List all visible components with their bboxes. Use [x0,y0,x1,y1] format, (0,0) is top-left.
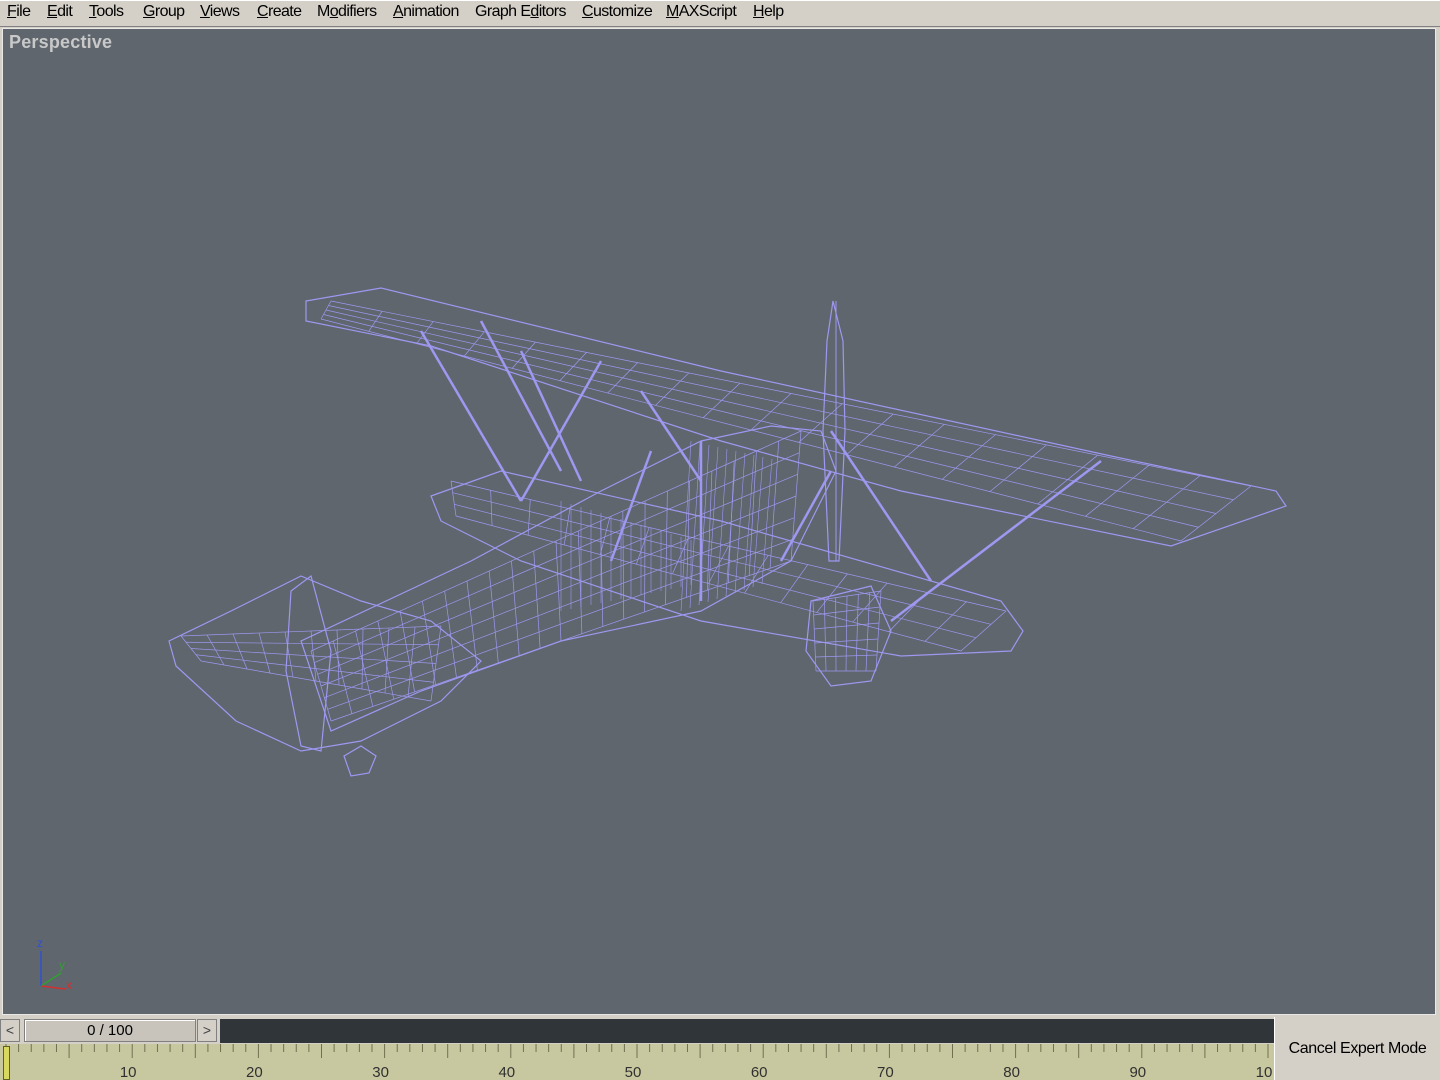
ruler-label: 30 [372,1064,389,1080]
time-slider: < 0 / 100 > [0,1017,1274,1044]
ruler-label: 90 [1129,1064,1146,1080]
current-frame-marker[interactable] [3,1046,10,1080]
menu-item-group[interactable]: Group [143,3,185,21]
axis-tripod-icon: z y x [37,936,72,992]
menu-item-file[interactable]: File [7,3,31,21]
axis-y-label: y [59,958,65,972]
menu-item-animation[interactable]: Animation [393,3,459,21]
ruler-label: 50 [625,1064,642,1080]
ruler-label: 20 [246,1064,263,1080]
chevron-left-icon[interactable]: < [0,1019,20,1042]
menu-item-graph-editors[interactable]: Graph Editors [475,3,567,21]
frame-ruler: 10 20 30 40 50 60 70 80 90 10 [5,1044,1273,1080]
perspective-viewport[interactable]: Perspective z y x [2,28,1436,1015]
axis-z-label: z [37,936,43,950]
ruler-label: 10 [120,1064,137,1080]
menu-item-modifiers[interactable]: Modifiers [317,3,377,21]
menu-item-tools[interactable]: Tools [89,3,124,21]
axis-x-line [40,985,66,990]
chevron-right-icon[interactable]: > [197,1019,217,1042]
axis-x-label: x [66,978,72,992]
menu-item-help[interactable]: Help [753,3,784,21]
time-slider-track[interactable] [220,1019,1274,1043]
ruler-label: 10 [1256,1064,1273,1080]
axis-y-line [40,972,62,987]
ruler-label: 70 [877,1064,894,1080]
time-slider-thumb[interactable]: 0 / 100 [24,1019,196,1042]
menu-item-customize[interactable]: Customize [582,3,653,21]
menu-bar: File Edit Tools Group Views Create Modifiers An… [0,0,1440,27]
menu-item-edit[interactable]: Edit [47,3,73,21]
menu-item-views[interactable]: Views [200,3,240,21]
cancel-expert-mode-button[interactable]: Cancel Expert Mode [1274,1017,1440,1080]
ruler-label: 60 [751,1064,768,1080]
biplane-wireframe[interactable] [3,29,1436,1015]
track-bar[interactable]: 10 20 30 40 50 60 70 80 90 10 [0,1044,1274,1080]
menu-item-maxscript[interactable]: MAXScript [666,3,737,21]
menu-item-create[interactable]: Create [257,3,302,21]
ruler-label: 40 [498,1064,515,1080]
ruler-label: 80 [1003,1064,1020,1080]
